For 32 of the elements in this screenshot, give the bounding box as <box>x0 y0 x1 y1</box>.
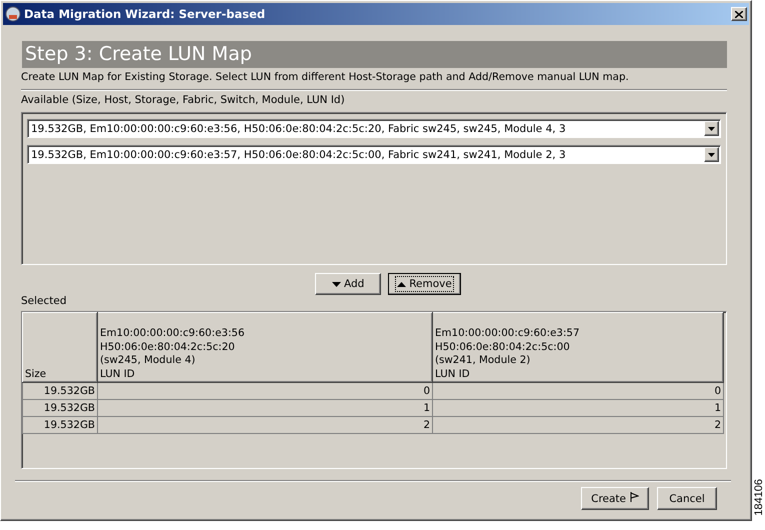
add-button[interactable]: Add <box>315 273 382 295</box>
table-cell: 1 <box>98 400 432 416</box>
available-label: Available (Size, Host, Storage, Fabric, Switch, Module, LUN Id) <box>21 94 346 108</box>
table-cell: 0 <box>432 382 724 400</box>
down-triangle-icon <box>332 282 342 287</box>
table-cell: 19.532GB <box>22 382 98 400</box>
table-cell: 1 <box>432 400 724 416</box>
table-cell: 2 <box>98 416 432 434</box>
create-button[interactable]: Create <box>581 487 649 510</box>
dropdown-arrow-icon <box>708 152 715 156</box>
window-title: Data Migration Wizard: Server-based <box>24 7 266 21</box>
close-button[interactable] <box>731 7 747 21</box>
table-cell: 19.532GB <box>22 400 98 416</box>
lun-dropdown[interactable]: 19.532GB, Em10:00:00:00:c9:60:e3:57, H50:06:0e:80:04:2c:5c:00, Fabric sw241, sw241, Module 2, 3 <box>27 145 721 164</box>
remove-button[interactable]: Remove <box>388 273 461 295</box>
app-icon <box>5 6 21 22</box>
flag-icon <box>630 492 639 502</box>
column-header: Em10:00:00:00:c9:60:e3:56 H50:06:0e:80:04:2c:5c:20 (sw245, Module 4) LUN ID <box>98 312 432 382</box>
lun-dropdown[interactable]: 19.532GB, Em10:00:00:00:c9:60:e3:56, H50:06:0e:80:04:2c:5c:20, Fabric sw245, sw245, Module 4, 3 <box>27 119 721 138</box>
step-description: Create LUN Map for Existing Storage. Select LUN from different Host-Storage path and Add/Remove manual LUN map. <box>21 71 630 85</box>
cancel-button[interactable]: Cancel <box>657 487 717 510</box>
selected-label: Selected <box>21 295 68 309</box>
up-triangle-icon <box>397 282 406 287</box>
figure-number: 184106 <box>752 479 764 516</box>
column-header: Size <box>22 312 98 382</box>
column-header: Em10:00:00:00:c9:60:e3:57 H50:06:0e:80:04:2c:5c:00 (sw241, Module 2) LUN ID <box>432 312 724 382</box>
dropdown-arrow-icon <box>708 126 715 130</box>
table-cell: 19.532GB <box>22 416 98 434</box>
table-cell: 2 <box>432 416 724 434</box>
close-icon <box>735 10 743 18</box>
table-cell: 0 <box>98 382 432 400</box>
step-heading: Step 3: Create LUN Map <box>22 41 727 68</box>
